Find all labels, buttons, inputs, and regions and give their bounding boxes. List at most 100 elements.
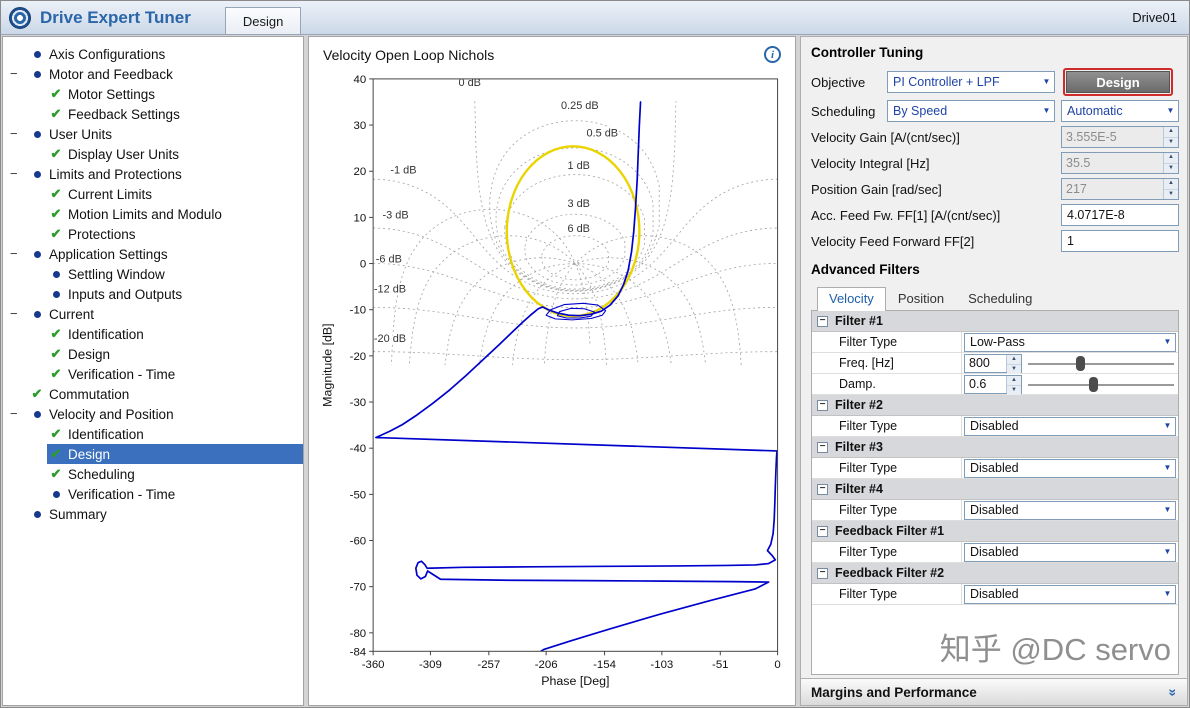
collapse-icon[interactable]: − <box>817 525 828 537</box>
freq-slider[interactable] <box>1026 355 1176 372</box>
tree-item-verification-time[interactable]: Verification - Time <box>3 484 303 504</box>
collapse-icon[interactable]: − <box>10 125 28 143</box>
svg-text:-30: -30 <box>350 397 367 409</box>
slider-thumb[interactable] <box>1075 355 1085 371</box>
tree-item-verification-time[interactable]: ✔ Verification - Time <box>3 364 303 384</box>
svg-text:-20: -20 <box>350 351 367 363</box>
tree-item-identification[interactable]: ✔ Identification <box>3 424 303 444</box>
tab-position[interactable]: Position <box>886 287 956 310</box>
acc-feed-forward-input[interactable]: 4.0717E-8 <box>1061 204 1179 226</box>
tree-item-design[interactable]: ✔ Design <box>3 444 303 464</box>
chevron-down-icon[interactable]: ▼ <box>1160 416 1175 436</box>
svg-text:-257: -257 <box>477 659 500 671</box>
collapse-icon[interactable]: − <box>10 245 28 263</box>
tab-velocity[interactable]: Velocity <box>817 287 886 311</box>
filter-group-header[interactable]: − Feedback Filter #2 <box>812 563 1178 584</box>
filter-group-header[interactable]: − Filter #1 <box>812 311 1178 332</box>
filter-row: Freq. [Hz] 800 ▲ ▼ <box>812 353 1178 374</box>
check-icon: ✔ <box>50 326 62 341</box>
collapse-icon[interactable]: − <box>817 399 828 411</box>
spinner-down-icon: ▼ <box>1007 364 1021 374</box>
chevron-down-icon[interactable]: ▼ <box>1160 458 1175 478</box>
tree-item-body: ✔ Display User Units <box>47 144 303 164</box>
collapse-icon[interactable]: − <box>817 567 828 579</box>
filter-type-dropdown[interactable]: Low-Pass ▼ <box>964 332 1176 352</box>
filter-group-header[interactable]: − Filter #3 <box>812 437 1178 458</box>
filter-type-value: Low-Pass <box>970 335 1025 349</box>
filter-group-header[interactable]: − Filter #2 <box>812 395 1178 416</box>
objective-dropdown[interactable]: PI Controller + LPF ▼ <box>887 71 1055 93</box>
scheduling-dropdown[interactable]: By Speed ▼ <box>887 100 1055 122</box>
collapse-icon[interactable]: − <box>10 405 28 423</box>
tab-design[interactable]: Design <box>224 7 302 34</box>
tab-scheduling[interactable]: Scheduling <box>956 287 1044 310</box>
tree-item-limits-and-protections[interactable]: − Limits and Protections <box>3 164 303 184</box>
tree-item-feedback-settings[interactable]: ✔ Feedback Settings <box>3 104 303 124</box>
chevron-down-icon[interactable]: ▼ <box>1039 101 1054 121</box>
chevron-down-icon[interactable]: ▼ <box>1039 72 1054 92</box>
filter-row-label: Filter Type <box>812 416 962 436</box>
tree-item-user-units[interactable]: − User Units <box>3 124 303 144</box>
collapse-icon[interactable]: − <box>817 441 828 453</box>
spinner-up-icon: ▲ <box>1007 354 1021 365</box>
freq-spinner[interactable]: 800 ▲ ▼ <box>964 353 1022 374</box>
filter-group-header[interactable]: − Feedback Filter #1 <box>812 521 1178 542</box>
filter-row-control: 800 ▲ ▼ <box>962 353 1178 374</box>
filter-row-label: Filter Type <box>812 332 962 352</box>
chevron-down-icon[interactable]: ▼ <box>1160 332 1175 352</box>
filter-type-dropdown[interactable]: Disabled ▼ <box>964 542 1176 562</box>
spinner-down-icon: ▼ <box>1164 163 1178 173</box>
collapse-icon[interactable]: − <box>10 305 28 323</box>
tree-item-protections[interactable]: ✔ Protections <box>3 224 303 244</box>
tree-item-scheduling[interactable]: ✔ Scheduling <box>3 464 303 484</box>
tree-item-current-limits[interactable]: ✔ Current Limits <box>3 184 303 204</box>
damp-spinner[interactable]: 0.6 ▲ ▼ <box>964 374 1022 395</box>
scheduling-row: Scheduling By Speed ▼ Automatic ▼ <box>811 100 1179 122</box>
tree-item-design[interactable]: ✔ Design <box>3 344 303 364</box>
svg-text:1 dB: 1 dB <box>567 160 589 172</box>
tree-item-inputs-and-outputs[interactable]: Inputs and Outputs <box>3 284 303 304</box>
scheduling-mode-dropdown[interactable]: Automatic ▼ <box>1061 100 1179 122</box>
collapse-icon[interactable]: − <box>10 165 28 183</box>
check-icon: ✔ <box>50 366 62 381</box>
svg-text:3 dB: 3 dB <box>567 198 589 210</box>
slider-thumb[interactable] <box>1089 376 1098 392</box>
margins-performance-bar[interactable]: Margins and Performance » <box>801 678 1187 705</box>
collapse-icon[interactable]: − <box>10 65 28 83</box>
filter-type-value: Disabled <box>970 503 1019 517</box>
filter-type-dropdown[interactable]: Disabled ▼ <box>964 458 1176 478</box>
collapse-icon[interactable]: − <box>817 315 828 327</box>
tree-item-motor-settings[interactable]: ✔ Motor Settings <box>3 84 303 104</box>
filter-type-dropdown[interactable]: Disabled ▼ <box>964 416 1176 436</box>
filter-group-header[interactable]: − Filter #4 <box>812 479 1178 500</box>
titlebar: Drive Expert Tuner Design Drive01 <box>1 1 1189 35</box>
filter-row: Filter Type Disabled ▼ <box>812 584 1178 605</box>
tree-item-commutation[interactable]: ✔ Commutation <box>3 384 303 404</box>
tree-item-label: Limits and Protections <box>49 166 182 182</box>
filter-type-dropdown[interactable]: Disabled ▼ <box>964 584 1176 604</box>
tree-item-velocity-and-position[interactable]: − Velocity and Position <box>3 404 303 424</box>
double-chevron-down-icon[interactable]: » <box>1166 689 1182 696</box>
tree-item-motion-limits-and-modulo[interactable]: ✔ Motion Limits and Modulo <box>3 204 303 224</box>
collapse-icon[interactable]: − <box>817 483 828 495</box>
tree-item-motor-and-feedback[interactable]: − Motor and Feedback <box>3 64 303 84</box>
tree-item-current[interactable]: − Current <box>3 304 303 324</box>
filter-type-dropdown[interactable]: Disabled ▼ <box>964 500 1176 520</box>
filter-group-title: Feedback Filter #1 <box>835 524 945 538</box>
tree-item-summary[interactable]: Summary <box>3 504 303 524</box>
app-logo-icon <box>9 6 31 29</box>
tree-item-settling-window[interactable]: Settling Window <box>3 264 303 284</box>
velocity-feed-forward-input[interactable]: 1 <box>1061 230 1179 252</box>
design-button[interactable]: Design <box>1066 71 1170 93</box>
chevron-down-icon[interactable]: ▼ <box>1160 542 1175 562</box>
tree-item-identification[interactable]: ✔ Identification <box>3 324 303 344</box>
damp-slider[interactable] <box>1026 376 1176 393</box>
tree-item-display-user-units[interactable]: ✔ Display User Units <box>3 144 303 164</box>
info-icon[interactable]: i <box>764 46 781 63</box>
tree-item-application-settings[interactable]: − Application Settings <box>3 244 303 264</box>
tree-item-axis-configurations[interactable]: Axis Configurations <box>3 44 303 64</box>
chevron-down-icon[interactable]: ▼ <box>1160 500 1175 520</box>
chevron-down-icon[interactable]: ▼ <box>1160 584 1175 604</box>
chevron-down-icon[interactable]: ▼ <box>1163 101 1178 121</box>
check-icon: ✔ <box>50 466 62 481</box>
